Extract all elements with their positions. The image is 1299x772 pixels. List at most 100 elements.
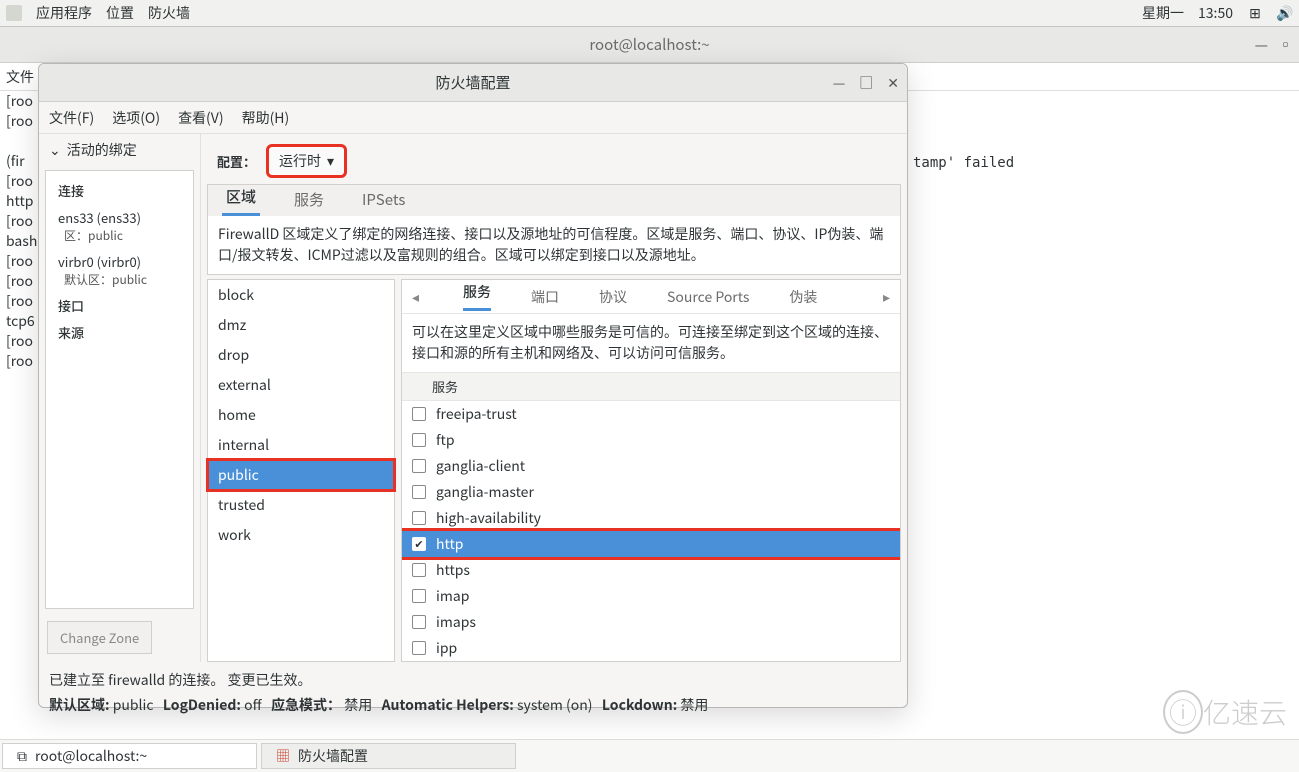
checkbox[interactable]: [412, 511, 426, 525]
sources-label: 来源: [52, 319, 187, 346]
service-row-imap[interactable]: imap: [402, 583, 900, 609]
chevron-down-icon: ⌄: [49, 140, 61, 160]
service-label: ganglia-master: [436, 482, 534, 502]
binding-ens33[interactable]: ens33 (ens33) 区：public: [52, 204, 187, 248]
fw-title: 防火墙配置: [435, 72, 510, 93]
service-row-ganglia-client[interactable]: ganglia-client: [402, 453, 900, 479]
zone-detail: ◂ 服务 端口 协议 Source Ports 伪装 ▸ 可以在这里定义区域中哪…: [401, 279, 901, 662]
day-label: 星期一: [1142, 3, 1184, 23]
service-row-high-availability[interactable]: high-availability: [402, 505, 900, 531]
zone-item-dmz[interactable]: dmz: [208, 310, 394, 340]
subtab-masquerade[interactable]: 伪装: [789, 287, 817, 307]
service-label: imap: [436, 586, 469, 606]
subtab-sourceports[interactable]: Source Ports: [667, 287, 749, 307]
checkbox[interactable]: ✔: [412, 537, 426, 551]
subtab-ports[interactable]: 端口: [531, 287, 559, 307]
checkbox[interactable]: [412, 641, 426, 655]
task-terminal[interactable]: ⧉ root@localhost:~: [2, 743, 257, 769]
zone-item-public[interactable]: public: [208, 460, 394, 490]
checkbox[interactable]: [412, 459, 426, 473]
checkbox[interactable]: [412, 615, 426, 629]
arrow-right-icon[interactable]: ▸: [879, 287, 894, 307]
terminal-fragment: tamp' failed: [913, 155, 1014, 171]
zone-item-home[interactable]: home: [208, 400, 394, 430]
terminal-titlebar: root@localhost:~ — ▫: [0, 27, 1299, 63]
minimize-icon[interactable]: —: [1255, 34, 1268, 55]
arrow-left-icon[interactable]: ◂: [408, 287, 423, 307]
fw-statusbar: 已建立至 firewalld 的连接。 变更已生效。 默认区域: public …: [39, 662, 907, 724]
service-label: freeipa-trust: [436, 404, 517, 424]
active-bindings-accordion[interactable]: ⌄ 活动的绑定: [39, 134, 200, 166]
checkbox[interactable]: [412, 433, 426, 447]
network-icon[interactable]: ⊞: [1247, 5, 1263, 21]
service-row-ftp[interactable]: ftp: [402, 427, 900, 453]
fw-menubar: 文件(F) 选项(O) 查看(V) 帮助(H): [39, 102, 907, 134]
zone-item-trusted[interactable]: trusted: [208, 490, 394, 520]
zone-item-work[interactable]: work: [208, 520, 394, 550]
service-label: ganglia-client: [436, 456, 525, 476]
activities-icon[interactable]: [6, 5, 22, 21]
zone-item-internal[interactable]: internal: [208, 430, 394, 460]
fw-sidebar: ⌄ 活动的绑定 连接 ens33 (ens33) 区：public virbr0…: [39, 134, 201, 662]
service-row-ganglia-master[interactable]: ganglia-master: [402, 479, 900, 505]
zone-subtabs: ◂ 服务 端口 协议 Source Ports 伪装 ▸: [402, 280, 900, 314]
subtab-protocols[interactable]: 协议: [599, 287, 627, 307]
terminal-title: root@localhost:~: [589, 34, 709, 55]
chevron-down-icon: ▾: [327, 151, 334, 171]
service-row-https[interactable]: https: [402, 557, 900, 583]
service-label: ftp: [436, 430, 455, 450]
tab-service[interactable]: 服务: [290, 183, 328, 216]
connections-label: 连接: [52, 177, 187, 204]
checkbox[interactable]: [412, 407, 426, 421]
change-zone-button[interactable]: Change Zone: [47, 621, 152, 654]
services-description: 可以在这里定义区域中哪些服务是可信的。可连接至绑定到这个区域的连接、接口和源的所…: [402, 314, 900, 373]
config-dropdown[interactable]: 运行时 ▾: [266, 144, 347, 178]
subtab-services[interactable]: 服务: [463, 282, 491, 311]
places-menu[interactable]: 位置: [106, 3, 134, 23]
maximize-icon[interactable]: □: [859, 73, 873, 93]
service-row-http[interactable]: ✔ http: [402, 531, 900, 557]
checkbox[interactable]: [412, 589, 426, 603]
service-label: high-availability: [436, 508, 541, 528]
service-label: https: [436, 560, 470, 580]
shield-icon: ▦: [276, 746, 290, 766]
interfaces-label: 接口: [52, 292, 187, 319]
bindings-list[interactable]: 连接 ens33 (ens33) 区：public virbr0 (virbr0…: [45, 170, 194, 609]
apps-menu[interactable]: 应用程序: [36, 3, 92, 23]
zone-description: FirewallD 区域定义了绑定的网络连接、接口以及源地址的可信程度。区域是服…: [207, 216, 901, 275]
services-header: 服务: [402, 373, 900, 401]
maximize-icon[interactable]: ▫: [1278, 34, 1293, 55]
close-icon[interactable]: ✕: [887, 73, 899, 93]
firewall-config-window: 防火墙配置 — □ ✕ 文件(F) 选项(O) 查看(V) 帮助(H) ⌄ 活动…: [38, 63, 908, 708]
bottom-taskbar: ⧉ root@localhost:~ ▦ 防火墙配置: [0, 739, 1299, 772]
service-row-imaps[interactable]: imaps: [402, 609, 900, 635]
service-label: imaps: [436, 612, 476, 632]
task-firewall[interactable]: ▦ 防火墙配置: [261, 743, 516, 769]
checkbox[interactable]: [412, 485, 426, 499]
service-label: ipp: [436, 638, 457, 658]
menu-file[interactable]: 文件(F): [49, 108, 94, 128]
menu-options[interactable]: 选项(O): [112, 108, 160, 128]
tab-zone[interactable]: 区域: [222, 180, 260, 216]
gnome-top-panel: 应用程序 位置 防火墙 星期一 13:50 ⊞ 🔊: [0, 0, 1299, 27]
firewall-menu[interactable]: 防火墙: [148, 3, 190, 23]
fw-titlebar[interactable]: 防火墙配置 — □ ✕: [39, 64, 907, 102]
zone-item-block[interactable]: block: [208, 280, 394, 310]
service-label: http: [436, 534, 463, 554]
menu-help[interactable]: 帮助(H): [242, 108, 290, 128]
tab-ipsets[interactable]: IPSets: [358, 183, 409, 216]
volume-icon[interactable]: 🔊: [1277, 5, 1293, 21]
checkbox[interactable]: [412, 563, 426, 577]
service-row-freeipa-trust[interactable]: freeipa-trust: [402, 401, 900, 427]
binding-virbr0[interactable]: virbr0 (virbr0) 默认区：public: [52, 248, 187, 292]
zone-list[interactable]: blockdmzdropexternalhomeinternalpublictr…: [207, 279, 395, 662]
terminal-menu-file[interactable]: 文件: [6, 67, 34, 87]
service-row-ipp[interactable]: ipp: [402, 635, 900, 661]
zone-item-external[interactable]: external: [208, 370, 394, 400]
services-list[interactable]: freeipa-trust ftp ganglia-client ganglia-ma…: [402, 401, 900, 661]
terminal-icon: ⧉: [17, 746, 27, 766]
time-label: 13:50: [1198, 3, 1233, 23]
minimize-icon[interactable]: —: [833, 73, 846, 93]
zone-item-drop[interactable]: drop: [208, 340, 394, 370]
menu-view[interactable]: 查看(V): [178, 108, 224, 128]
